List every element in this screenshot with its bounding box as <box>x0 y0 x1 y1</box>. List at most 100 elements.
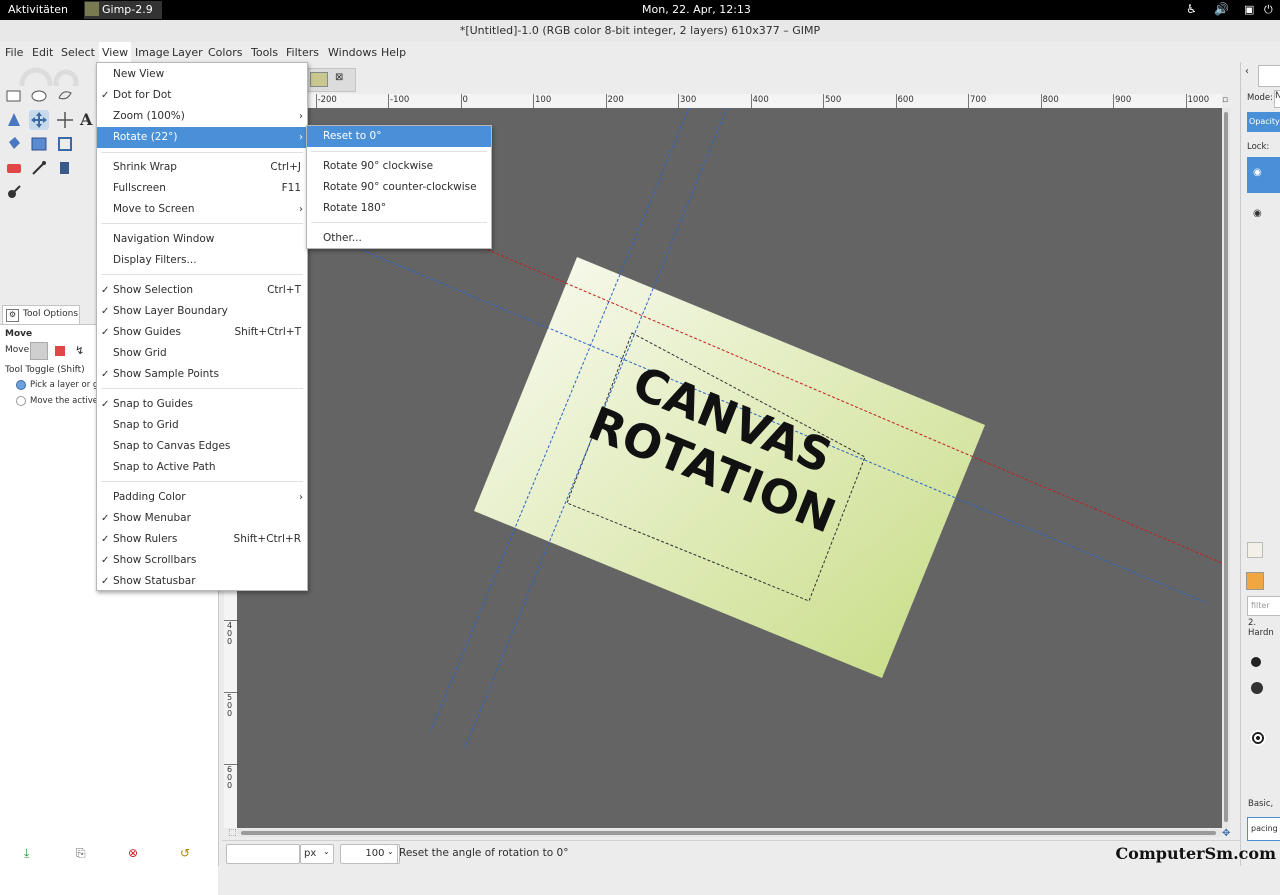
menu-select[interactable]: Select <box>61 46 95 59</box>
vertical-scrollbar[interactable] <box>1222 108 1230 828</box>
check-icon: ✓ <box>101 534 110 545</box>
menu-item-show-guides[interactable]: ✓ Show Guides Shift+Ctrl+T <box>97 322 307 343</box>
chevron-left-icon[interactable]: ‹ <box>1245 66 1249 77</box>
menu-file[interactable]: File <box>5 46 23 59</box>
check-icon: ✓ <box>101 327 110 338</box>
menu-item-show-statusbar[interactable]: ✓ Show Statusbar <box>97 571 307 592</box>
menu-item-reset-rotation[interactable]: Reset to 0° <box>307 126 491 147</box>
vscroll-thumb[interactable] <box>1224 112 1228 822</box>
navigate-icon[interactable]: ✥ <box>1222 828 1230 839</box>
menu-item-rotate-90-ccw[interactable]: Rotate 90° counter-clockwise <box>307 177 491 198</box>
menu-item-show-sample-points[interactable]: ✓ Show Sample Points <box>97 364 307 385</box>
bucket-fill-icon[interactable] <box>4 134 24 154</box>
accessibility-icon[interactable]: ♿ <box>1186 2 1197 16</box>
zoom-dropdown[interactable]: ⌄ <box>385 844 398 864</box>
mode-select[interactable]: N <box>1274 90 1280 108</box>
align-icon[interactable] <box>55 110 75 130</box>
volume-icon[interactable]: 🔊 <box>1214 2 1229 16</box>
display-icon[interactable]: ▣ <box>1244 3 1254 16</box>
color-picker-icon[interactable] <box>29 158 49 178</box>
menu-item-move-to-screen[interactable]: Move to Screen › <box>97 199 307 220</box>
quick-mask-icon[interactable]: ⬚ <box>228 828 237 838</box>
restore-preset-icon[interactable]: ⎘ <box>76 846 86 861</box>
zoom-fit-icon[interactable]: ▫ <box>1222 95 1228 105</box>
menu-image[interactable]: Image <box>135 46 169 59</box>
app-menu-button[interactable]: Gimp-2.9 <box>84 1 162 19</box>
menu-item-shrink-wrap[interactable]: Shrink Wrap Ctrl+J <box>97 157 307 178</box>
brushes-tab[interactable] <box>1246 572 1264 590</box>
menu-item-snap-to-grid[interactable]: Snap to Grid <box>97 415 307 436</box>
menu-colors[interactable]: Colors <box>208 46 242 59</box>
paths-icon[interactable] <box>4 110 24 130</box>
menu-filters[interactable]: Filters <box>286 46 319 59</box>
chevron-down-icon: ⌄ <box>323 847 330 856</box>
menu-item-show-grid[interactable]: Show Grid <box>97 343 307 364</box>
clock[interactable]: Mon, 22. Apr, 12:13 <box>642 3 751 16</box>
activities-button[interactable]: Aktivitäten <box>8 3 68 16</box>
scale-icon[interactable] <box>29 134 49 154</box>
radio-move-active[interactable] <box>16 396 26 406</box>
move-tool-icon[interactable] <box>29 110 49 130</box>
menu-item-show-scrollbars[interactable]: ✓ Show Scrollbars <box>97 550 307 571</box>
menu-item-zoom[interactable]: Zoom (100%) › <box>97 106 307 127</box>
image-thumbnail <box>310 72 328 87</box>
free-select-icon[interactable] <box>55 86 75 106</box>
save-preset-icon[interactable]: ⤓ <box>24 846 29 861</box>
close-image-icon[interactable]: ⊠ <box>335 72 343 83</box>
menu-item-snap-to-active-path[interactable]: Snap to Active Path <box>97 457 307 478</box>
layers-tab[interactable] <box>1258 65 1280 87</box>
eraser-icon[interactable] <box>4 158 24 178</box>
rect-select-icon[interactable] <box>4 86 24 106</box>
smudge-icon[interactable] <box>4 182 24 202</box>
delete-preset-icon[interactable]: ⊗ <box>128 846 138 860</box>
menu-item-navigation-window[interactable]: Navigation Window <box>97 229 307 250</box>
menu-item-show-rulers[interactable]: ✓ Show Rulers Shift+Ctrl+R <box>97 529 307 550</box>
menu-item-new-view[interactable]: New View <box>97 64 307 85</box>
menu-item-show-menubar[interactable]: ✓ Show Menubar <box>97 508 307 529</box>
menu-item-rotate-other[interactable]: Other... <box>307 228 491 249</box>
menu-item-fullscreen[interactable]: Fullscreen F11 <box>97 178 307 199</box>
hscroll-thumb[interactable] <box>241 831 1216 835</box>
menu-item-show-layer-boundary[interactable]: ✓ Show Layer Boundary <box>97 301 307 322</box>
radio-pick-layer[interactable] <box>16 380 26 390</box>
menu-item-snap-to-canvas-edges[interactable]: Snap to Canvas Edges <box>97 436 307 457</box>
menu-item-rotate[interactable]: Rotate (22°) › <box>97 127 307 148</box>
brush-splatter-icon[interactable] <box>1251 682 1263 694</box>
menu-item-rotate-90-cw[interactable]: Rotate 90° clockwise <box>307 156 491 177</box>
menu-item-display-filters[interactable]: Display Filters... <box>97 250 307 271</box>
visibility-eye-icon[interactable]: ◉ <box>1253 208 1262 219</box>
menu-item-rotate-180[interactable]: Rotate 180° <box>307 198 491 219</box>
visibility-eye-icon[interactable]: ◉ <box>1253 167 1262 178</box>
ellipse-select-icon[interactable] <box>29 86 49 106</box>
brush-hardness-icon[interactable] <box>1251 657 1261 667</box>
brush-texture-icon[interactable] <box>1250 730 1266 746</box>
menu-edit[interactable]: Edit <box>32 46 53 59</box>
move-path-icon[interactable]: ↯ <box>75 344 84 357</box>
image-tab[interactable]: ⊠ <box>306 68 356 92</box>
power-icon[interactable]: ⏻ <box>1264 3 1273 17</box>
reset-preset-icon[interactable]: ↺ <box>180 846 190 860</box>
menu-item-dot-for-dot[interactable]: ✓ Dot for Dot <box>97 85 307 106</box>
horizontal-scrollbar[interactable] <box>237 829 1222 837</box>
layer-row-selected[interactable]: ◉ <box>1247 157 1280 193</box>
opacity-slider[interactable]: Opacity <box>1247 112 1280 132</box>
brush-filter-input[interactable]: filter <box>1247 596 1280 616</box>
move-selection-icon[interactable] <box>55 346 65 356</box>
menu-item-snap-to-guides[interactable]: ✓ Snap to Guides <box>97 394 307 415</box>
menu-layer[interactable]: Layer <box>172 46 203 59</box>
clone-icon[interactable] <box>55 158 75 178</box>
check-icon: ✓ <box>101 555 110 566</box>
menu-item-padding-color[interactable]: Padding Color › <box>97 487 307 508</box>
pointer-coords <box>226 844 300 864</box>
move-layer-icon[interactable] <box>30 342 48 360</box>
ruler-label: 100 <box>535 95 552 105</box>
tab-tool-options[interactable]: ⚙ Tool Options <box>2 305 80 325</box>
brush-spacing-slider[interactable]: pacing <box>1247 817 1280 841</box>
menu-windows[interactable]: Windows <box>328 46 377 59</box>
menu-tools[interactable]: Tools <box>251 46 278 59</box>
menu-item-show-selection[interactable]: ✓ Show Selection Ctrl+T <box>97 280 307 301</box>
unit-select[interactable]: px ⌄ <box>300 844 334 864</box>
menu-help[interactable]: Help <box>381 46 406 59</box>
unified-transform-icon[interactable] <box>55 134 75 154</box>
new-layer-icon[interactable] <box>1247 542 1263 558</box>
